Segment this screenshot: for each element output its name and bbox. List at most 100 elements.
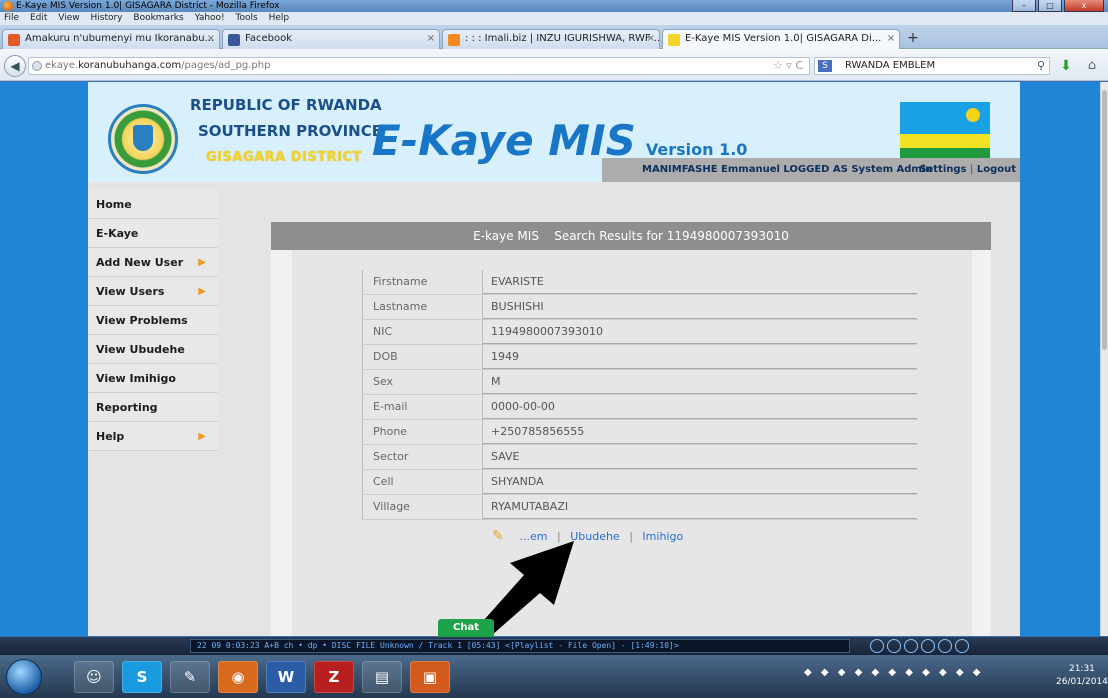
clock-time: 21:31 (1068, 664, 1095, 674)
sidebar-menu: Home E-Kaye Add New User ▶ View Users ▶ Vi… (88, 190, 218, 451)
field-label: Phone (362, 420, 482, 444)
menu-edit[interactable]: Edit (30, 13, 47, 23)
sidebar-item-home[interactable]: Home (88, 190, 218, 219)
field-label: E-mail (362, 395, 482, 419)
settings-link[interactable]: Settings (919, 164, 966, 175)
tab-close-icon[interactable]: × (647, 30, 655, 48)
folder-icon[interactable]: ▤ (362, 661, 402, 693)
sidebar-item-view-problems[interactable]: View Problems (88, 306, 218, 335)
media-play-button[interactable] (887, 639, 901, 653)
tab-close-icon[interactable]: × (887, 30, 895, 48)
close-window-button[interactable]: x (1064, 0, 1104, 12)
minimize-button[interactable]: – (1012, 0, 1036, 12)
word-icon[interactable]: W (266, 661, 306, 693)
tab-label: Facebook (245, 33, 292, 44)
account-links: Settings | Logout (919, 158, 1016, 182)
search-engine-icon[interactable]: S (818, 60, 832, 72)
skype-icon[interactable]: S (122, 661, 162, 693)
taskbar-clock[interactable]: 21:31 26/01/2014 (1056, 663, 1108, 689)
tab-close-icon[interactable]: × (427, 30, 435, 48)
menu-bar: File Edit View History Bookmarks Yahoo! … (0, 12, 1108, 25)
tab-ekaye[interactable]: E-Kaye MIS Version 1.0| GISAGARA Di... × (662, 29, 900, 49)
field-label: Village (362, 495, 482, 519)
record-card: Firstname EVARISTE Lastname BUSHISHI NIC 11… (292, 250, 972, 636)
record-row-cell: Cell SHYANDA (362, 470, 917, 495)
media-eject-button[interactable] (955, 639, 969, 653)
record-actions: ✎ ...em | Ubudehe | Imihigo (492, 528, 683, 546)
problem-link[interactable]: ...em (520, 530, 548, 543)
logout-link[interactable]: Logout (977, 164, 1016, 175)
menu-history[interactable]: History (90, 13, 122, 23)
media-pause-button[interactable] (904, 639, 918, 653)
sidebar-item-view-imihigo[interactable]: View Imihigo (88, 364, 218, 393)
sidebar-item-label: View Problems (96, 314, 188, 327)
search-results-header: E-kaye MIS Search Results for 1194980007… (271, 222, 991, 250)
logged-user-text: MANIMFASHE Emmanuel LOGGED AS System Adm… (642, 164, 933, 175)
site-container: REPUBLIC OF RWANDA SOUTHERN PROVINCE GIS… (88, 82, 1020, 636)
sidebar-item-label: Help (96, 430, 125, 443)
field-label: Lastname (362, 295, 482, 319)
page-scrollbar[interactable] (1100, 82, 1108, 636)
field-value: 0000-00-00 (482, 395, 917, 419)
media-stop-button[interactable] (921, 639, 935, 653)
start-button[interactable] (6, 659, 42, 695)
taskbar-app-icon[interactable]: ✎ (170, 661, 210, 693)
tab-amakuru[interactable]: Amakuru n'ubumenyi mu Ikoranabu... × (2, 29, 220, 49)
record-row-nic: NIC 1194980007393010 (362, 320, 917, 345)
edit-pencil-icon[interactable]: ✎ (492, 528, 510, 546)
bookmark-star-icon[interactable]: ☆ ▿ C (773, 58, 803, 74)
sidebar-item-reporting[interactable]: Reporting (88, 393, 218, 422)
back-button[interactable]: ◀ (4, 55, 26, 77)
download-icon[interactable]: ⬇ (1058, 59, 1074, 75)
field-label: Sex (362, 370, 482, 394)
app-version: Version 1.0 (645, 140, 748, 159)
firefox-taskbar-icon[interactable]: ◉ (218, 661, 258, 693)
tab-favicon-icon (668, 34, 680, 46)
app-title-text: E-Kaye MIS (372, 116, 636, 165)
search-results-panel: E-kaye MIS Search Results for 1194980007… (271, 222, 991, 636)
rwanda-flag (900, 102, 990, 164)
menu-tools[interactable]: Tools (236, 13, 258, 23)
tab-imali[interactable]: : : : Imali.biz | INZU IGURISHWA, RWF ..… (442, 29, 660, 49)
sidebar-item-view-ubudehe[interactable]: View Ubudehe (88, 335, 218, 364)
sidebar-item-help[interactable]: Help ▶ (88, 422, 218, 451)
tab-facebook[interactable]: Facebook × (222, 29, 440, 49)
record-row-village: Village RYAMUTABAZI (362, 495, 917, 520)
field-label: Cell (362, 470, 482, 494)
field-value: M (482, 370, 917, 394)
chat-button[interactable]: Chat (438, 619, 494, 637)
menu-bookmarks[interactable]: Bookmarks (133, 13, 183, 23)
media-next-button[interactable] (938, 639, 952, 653)
tab-favicon-icon (448, 34, 460, 46)
sidebar-item-label: View Ubudehe (96, 343, 185, 356)
home-icon[interactable]: ⌂ (1084, 59, 1100, 75)
tab-close-icon[interactable]: × (207, 30, 215, 48)
tab-label: : : : Imali.biz | INZU IGURISHWA, RWF ..… (465, 33, 660, 44)
menu-yahoo[interactable]: Yahoo! (195, 13, 225, 23)
url-bar[interactable]: ekaye.koranubuhanga.com/pages/ad_pg.php … (28, 57, 810, 75)
sidebar-item-add-new-user[interactable]: Add New User ▶ (88, 248, 218, 277)
menu-help[interactable]: Help (269, 13, 290, 23)
sidebar-item-view-users[interactable]: View Users ▶ (88, 277, 218, 306)
taskbar-app-icon[interactable]: ▣ (410, 661, 450, 693)
search-icon[interactable]: ⚲ (1037, 58, 1045, 74)
filezilla-icon[interactable]: Z (314, 661, 354, 693)
sidebar-item-label: Add New User (96, 256, 184, 269)
sidebar-item-ekaye[interactable]: E-Kaye (88, 219, 218, 248)
media-player-bar: 22 09 0:03:23 A+B ch • dp • DISC FILE Un… (0, 637, 1108, 655)
record-row-sector: Sector SAVE (362, 445, 917, 470)
menu-view[interactable]: View (58, 13, 79, 23)
media-prev-button[interactable] (870, 639, 884, 653)
site-header: REPUBLIC OF RWANDA SOUTHERN PROVINCE GIS… (88, 82, 1020, 182)
taskbar-app-icon[interactable]: ☺ (74, 661, 114, 693)
scrollbar-thumb[interactable] (1102, 90, 1107, 350)
search-box[interactable]: S RWANDA EMBLEM ⚲ (814, 57, 1050, 75)
new-tab-button[interactable]: + (904, 30, 922, 48)
window-titlebar: E-Kaye MIS Version 1.0| GISAGARA Distric… (0, 0, 1108, 12)
imihigo-link[interactable]: Imihigo (642, 530, 683, 543)
maximize-button[interactable]: □ (1038, 0, 1062, 12)
header-republic: REPUBLIC OF RWANDA (190, 96, 382, 114)
page-viewport: REPUBLIC OF RWANDA SOUTHERN PROVINCE GIS… (0, 82, 1100, 636)
ubudehe-link[interactable]: Ubudehe (570, 530, 620, 543)
menu-file[interactable]: File (4, 13, 19, 23)
